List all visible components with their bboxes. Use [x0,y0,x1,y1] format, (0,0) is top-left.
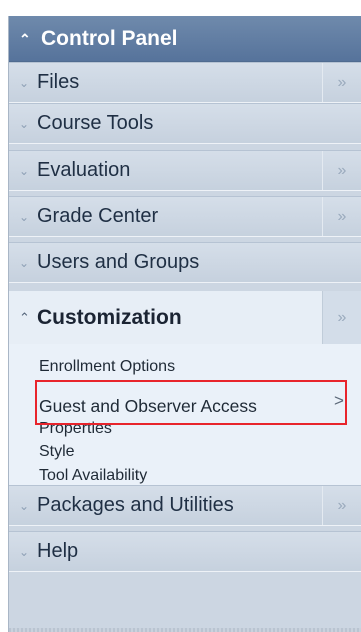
double-chevron-down-icon: ⌄ [19,255,30,270]
menu-item-label: Files [37,71,80,93]
control-panel: ⌃ Control Panel ⌄ Files » ⌄ Course Tools… [8,16,361,632]
menu-item-grade-center[interactable]: ⌄ Grade Center » [9,196,361,237]
double-chevron-right-icon[interactable]: » [322,197,361,236]
highlight-annotation-box [35,380,347,425]
menu-item-label: Course Tools [37,112,154,134]
double-chevron-down-icon: ⌄ [19,498,30,513]
submenu-item-tool-availability[interactable]: Tool Availability [39,467,147,485]
double-chevron-right-icon[interactable]: » [322,291,361,344]
menu-item-label: Evaluation [37,159,131,181]
menu-item-evaluation[interactable]: ⌄ Evaluation » [9,150,361,191]
submenu-item-style[interactable]: Style [39,443,75,461]
panel-bottom-edge [9,628,361,632]
double-chevron-up-icon: ⌃ [19,30,31,47]
control-panel-title: Control Panel [41,26,178,50]
menu-item-label: Grade Center [37,205,159,227]
double-chevron-down-icon: ⌄ [19,116,30,131]
double-chevron-down-icon: ⌄ [19,544,30,559]
menu-item-label: Help [37,540,79,562]
menu-item-files[interactable]: ⌄ Files » [9,62,361,103]
double-chevron-right-icon[interactable]: » [322,486,361,525]
menu-item-label: Customization [37,305,182,329]
double-chevron-down-icon: ⌄ [19,209,30,224]
menu-item-customization[interactable]: ⌃ Customization » [9,291,361,344]
menu-item-packages-and-utilities[interactable]: ⌄ Packages and Utilities » [9,485,361,526]
double-chevron-down-icon: ⌄ [19,163,30,178]
chevron-right-icon: > [334,391,344,410]
menu-item-label: Users and Groups [37,251,200,273]
control-panel-header[interactable]: ⌃ Control Panel [9,16,361,62]
menu-item-course-tools[interactable]: ⌄ Course Tools [9,103,361,144]
submenu-item-enrollment-options[interactable]: Enrollment Options [39,358,175,376]
menu-item-users-and-groups[interactable]: ⌄ Users and Groups [9,242,361,283]
menu-item-help[interactable]: ⌄ Help [9,531,361,572]
double-chevron-up-icon: ⌃ [19,309,30,325]
menu-item-label: Packages and Utilities [37,494,234,516]
double-chevron-right-icon[interactable]: » [322,63,361,102]
double-chevron-right-icon[interactable]: » [322,151,361,190]
double-chevron-down-icon: ⌄ [19,75,30,90]
